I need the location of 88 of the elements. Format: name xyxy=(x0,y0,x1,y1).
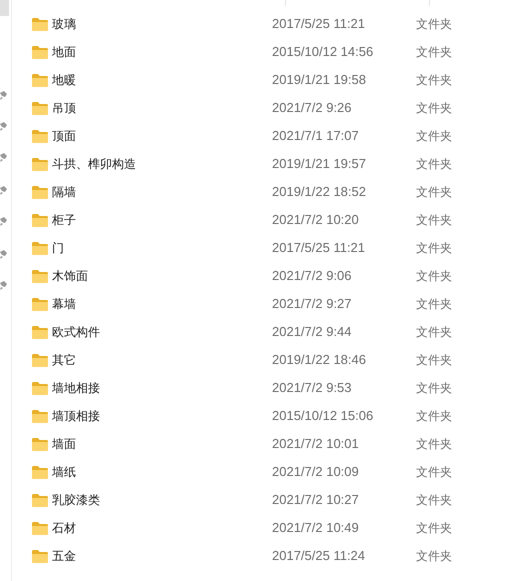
file-type: 文件夹 xyxy=(416,465,452,479)
folder-name[interactable]: 地面 xyxy=(52,43,76,61)
folder-icon xyxy=(32,466,48,478)
folder-icon xyxy=(32,74,48,86)
file-type: 文件夹 xyxy=(416,157,452,171)
folder-icon xyxy=(32,326,48,338)
folder-icon xyxy=(32,354,48,366)
folder-name[interactable]: 地暖 xyxy=(52,71,76,89)
folder-name[interactable]: 吊顶 xyxy=(52,99,76,117)
modified-date: 2021/7/2 10:01 xyxy=(272,436,359,452)
folder-icon xyxy=(32,46,48,58)
folder-icon xyxy=(32,102,48,114)
file-type: 文件夹 xyxy=(416,45,452,59)
folder-icon xyxy=(32,242,48,254)
modified-date: 2019/1/21 19:57 xyxy=(272,156,366,172)
folder-name[interactable]: 墙面 xyxy=(52,435,76,453)
folder-name[interactable]: 柜子 xyxy=(52,211,76,229)
file-type: 文件夹 xyxy=(416,297,452,311)
folder-icon xyxy=(32,522,48,534)
file-type: 文件夹 xyxy=(416,325,452,339)
nav-item-highlight xyxy=(0,0,9,16)
folder-icon xyxy=(32,410,48,422)
modified-date: 2015/10/12 15:06 xyxy=(272,408,374,424)
folder-name[interactable]: 墙顶相接 xyxy=(52,407,100,425)
modified-date: 2021/7/2 9:26 xyxy=(272,100,352,116)
file-type: 文件夹 xyxy=(416,353,452,367)
folder-icon xyxy=(32,130,48,142)
file-type: 文件夹 xyxy=(416,129,452,143)
folder-icon xyxy=(32,298,48,310)
pin-icon xyxy=(0,122,8,132)
modified-date: 2017/5/25 11:21 xyxy=(272,240,366,256)
pin-icon xyxy=(0,217,8,227)
folder-name[interactable]: 乳胶漆类 xyxy=(52,491,100,509)
folder-icon xyxy=(32,382,48,394)
folder-icon xyxy=(32,18,48,30)
folder-icon xyxy=(32,186,48,198)
file-type: 文件夹 xyxy=(416,241,452,255)
modified-date: 2021/7/2 10:27 xyxy=(272,492,359,508)
file-type: 文件夹 xyxy=(416,101,452,115)
file-type: 文件夹 xyxy=(416,17,452,31)
modified-date: 2015/10/12 14:56 xyxy=(272,44,374,60)
file-type: 文件夹 xyxy=(416,549,452,563)
modified-date: 2019/1/22 18:52 xyxy=(272,184,366,200)
folder-icon xyxy=(32,270,48,282)
modified-date: 2021/7/2 10:49 xyxy=(272,520,359,536)
modified-date: 2021/7/2 10:09 xyxy=(272,464,359,480)
pin-icon xyxy=(0,153,8,163)
file-type: 文件夹 xyxy=(416,73,452,87)
folder-name[interactable]: 斗拱、榫卯构造 xyxy=(52,155,136,173)
folder-name[interactable]: 墙地相接 xyxy=(52,379,100,397)
folder-icon xyxy=(32,438,48,450)
folder-name[interactable]: 其它 xyxy=(52,351,76,369)
folder-icon xyxy=(32,550,48,562)
modified-date: 2017/5/25 11:21 xyxy=(272,16,366,32)
file-type: 文件夹 xyxy=(416,409,452,423)
folder-name[interactable]: 五金 xyxy=(52,547,76,565)
folder-name[interactable]: 墙纸 xyxy=(52,463,76,481)
file-type: 文件夹 xyxy=(416,213,452,227)
modified-date: 2021/7/2 9:27 xyxy=(272,296,352,312)
modified-date: 2021/7/1 17:07 xyxy=(272,128,359,144)
modified-date: 2021/7/2 9:44 xyxy=(272,324,352,340)
folder-name[interactable]: 玻璃 xyxy=(52,15,76,33)
folder-name[interactable]: 门 xyxy=(52,239,64,257)
modified-date: 2017/5/25 11:24 xyxy=(272,548,366,564)
folder-name[interactable]: 石材 xyxy=(52,519,76,537)
modified-date: 2021/7/2 9:06 xyxy=(272,268,352,284)
pin-icon xyxy=(0,281,8,291)
folder-icon xyxy=(32,158,48,170)
file-type: 文件夹 xyxy=(416,269,452,283)
modified-date: 2019/1/21 19:58 xyxy=(272,72,366,88)
folder-name[interactable]: 顶面 xyxy=(52,127,76,145)
file-type: 文件夹 xyxy=(416,493,452,507)
folder-name[interactable]: 欧式构件 xyxy=(52,323,100,341)
folder-name[interactable]: 隔墙 xyxy=(52,183,76,201)
pin-icon xyxy=(0,186,8,196)
folder-icon xyxy=(32,494,48,506)
folder-icon xyxy=(32,214,48,226)
modified-date: 2021/7/2 10:20 xyxy=(272,212,359,228)
folder-name[interactable]: 木饰面 xyxy=(52,267,88,285)
folder-name[interactable]: 幕墙 xyxy=(52,295,76,313)
file-type: 文件夹 xyxy=(416,521,452,535)
file-type: 文件夹 xyxy=(416,381,452,395)
file-type: 文件夹 xyxy=(416,437,452,451)
pin-icon xyxy=(0,91,8,101)
file-type: 文件夹 xyxy=(416,185,452,199)
modified-date: 2019/1/22 18:46 xyxy=(272,352,366,368)
pin-icon xyxy=(0,250,8,260)
modified-date: 2021/7/2 9:53 xyxy=(272,380,352,396)
